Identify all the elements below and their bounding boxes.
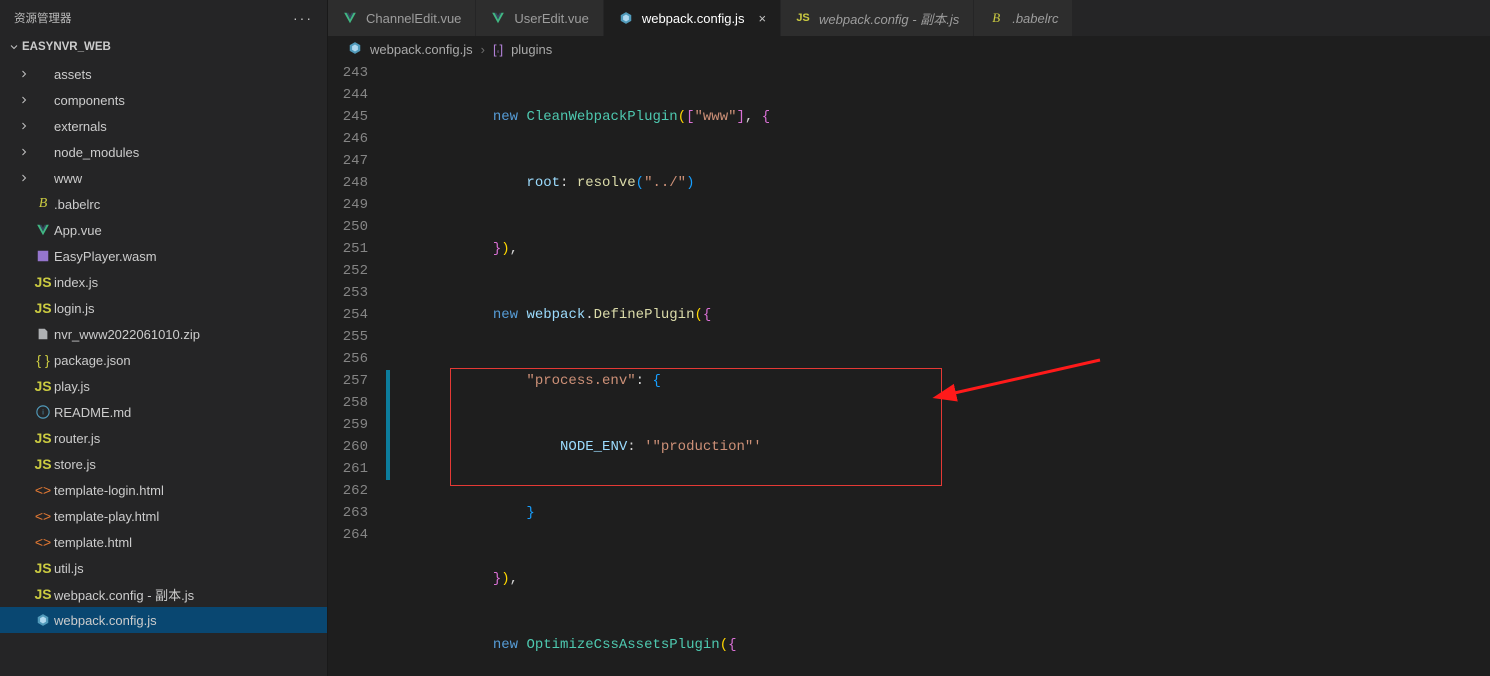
file-item[interactable]: JSplay.js [0, 373, 327, 399]
item-label: router.js [54, 431, 100, 446]
svg-text:i: i [42, 410, 44, 417]
folder-item[interactable]: www [0, 165, 327, 191]
item-label: components [54, 93, 125, 108]
file-item[interactable]: JSwebpack.config - 副本.js [0, 581, 327, 607]
item-label: login.js [54, 301, 94, 316]
file-item[interactable]: JSrouter.js [0, 425, 327, 451]
tab-bar[interactable]: ChannelEdit.vue UserEdit.vue webpack.confi… [328, 0, 1490, 36]
file-item[interactable]: JSindex.js [0, 269, 327, 295]
item-label: play.js [54, 379, 90, 394]
breadcrumb-symbol[interactable]: plugins [511, 42, 552, 57]
tab-label: UserEdit.vue [514, 11, 588, 26]
item-label: README.md [54, 405, 131, 420]
file-item[interactable]: JSstore.js [0, 451, 327, 477]
file-item[interactable]: B.babelrc [0, 191, 327, 217]
tab-label: webpack.config - 副本.js [819, 9, 959, 28]
item-label: assets [54, 67, 92, 82]
editor-tab[interactable]: UserEdit.vue [476, 0, 603, 36]
item-label: www [54, 171, 82, 186]
chevron-right-icon [16, 94, 32, 106]
code-editor[interactable]: 2432442452462472482492502512522532542552… [328, 62, 1490, 676]
item-label: webpack.config - 副本.js [54, 585, 194, 604]
item-label: externals [54, 119, 107, 134]
item-label: node_modules [54, 145, 139, 160]
editor-area: ChannelEdit.vue UserEdit.vue webpack.confi… [328, 0, 1490, 676]
tab-label: ChannelEdit.vue [366, 11, 461, 26]
chevron-right-icon [16, 172, 32, 184]
chevron-right-icon [16, 120, 32, 132]
item-label: EasyPlayer.wasm [54, 249, 157, 264]
webpack-icon [348, 41, 362, 58]
chevron-right-icon [16, 68, 32, 80]
breadcrumb[interactable]: webpack.config.js › [◦] plugins [328, 36, 1490, 62]
more-actions-icon[interactable]: ··· [293, 10, 313, 26]
folder-section-label: EASYNVR_WEB [22, 41, 111, 53]
item-label: store.js [54, 457, 96, 472]
file-item[interactable]: <>template-play.html [0, 503, 327, 529]
file-item[interactable]: webpack.config.js [0, 607, 327, 633]
tab-label: webpack.config.js [642, 11, 745, 26]
tab-label: .babelrc [1012, 11, 1058, 26]
file-item[interactable]: <>template-login.html [0, 477, 327, 503]
file-item[interactable]: nvr_www2022061010.zip [0, 321, 327, 347]
folder-item[interactable]: node_modules [0, 139, 327, 165]
editor-tab[interactable]: ChannelEdit.vue [328, 0, 476, 36]
line-number-gutter: 2432442452462472482492502512522532542552… [328, 62, 386, 676]
editor-tab[interactable]: B.babelrc [974, 0, 1073, 36]
explorer-sidebar: 资源管理器 ··· EASYNVR_WEB assets components ex… [0, 0, 328, 676]
array-icon: [◦] [493, 42, 503, 57]
chevron-right-icon: › [481, 42, 485, 57]
explorer-title: 资源管理器 [14, 10, 72, 26]
item-label: template-play.html [54, 509, 159, 524]
file-item[interactable]: JSlogin.js [0, 295, 327, 321]
item-label: package.json [54, 353, 131, 368]
breadcrumb-file[interactable]: webpack.config.js [370, 42, 473, 57]
file-item[interactable]: App.vue [0, 217, 327, 243]
item-label: webpack.config.js [54, 613, 157, 628]
file-item[interactable]: EasyPlayer.wasm [0, 243, 327, 269]
close-icon[interactable]: × [758, 11, 766, 26]
editor-tab[interactable]: JSwebpack.config - 副本.js [781, 0, 974, 36]
folder-section[interactable]: EASYNVR_WEB [0, 35, 327, 59]
chevron-right-icon [16, 146, 32, 158]
item-label: template.html [54, 535, 132, 550]
editor-tab[interactable]: webpack.config.js × [604, 0, 781, 36]
item-label: index.js [54, 275, 98, 290]
chevron-down-icon [6, 41, 22, 53]
item-label: util.js [54, 561, 84, 576]
explorer-header: 资源管理器 ··· [0, 0, 327, 35]
file-tree[interactable]: assets components externals node_moduleswww… [0, 59, 327, 676]
item-label: .babelrc [54, 197, 100, 212]
item-label: App.vue [54, 223, 102, 238]
file-item[interactable]: JSutil.js [0, 555, 327, 581]
file-item[interactable]: i README.md [0, 399, 327, 425]
item-label: template-login.html [54, 483, 164, 498]
item-label: nvr_www2022061010.zip [54, 327, 200, 342]
code-content[interactable]: new CleanWebpackPlugin(["www"], { root: … [390, 62, 1490, 676]
file-item[interactable]: { }package.json [0, 347, 327, 373]
folder-item[interactable]: externals [0, 113, 327, 139]
file-item[interactable]: <>template.html [0, 529, 327, 555]
folder-item[interactable]: components [0, 87, 327, 113]
folder-item[interactable]: assets [0, 61, 327, 87]
